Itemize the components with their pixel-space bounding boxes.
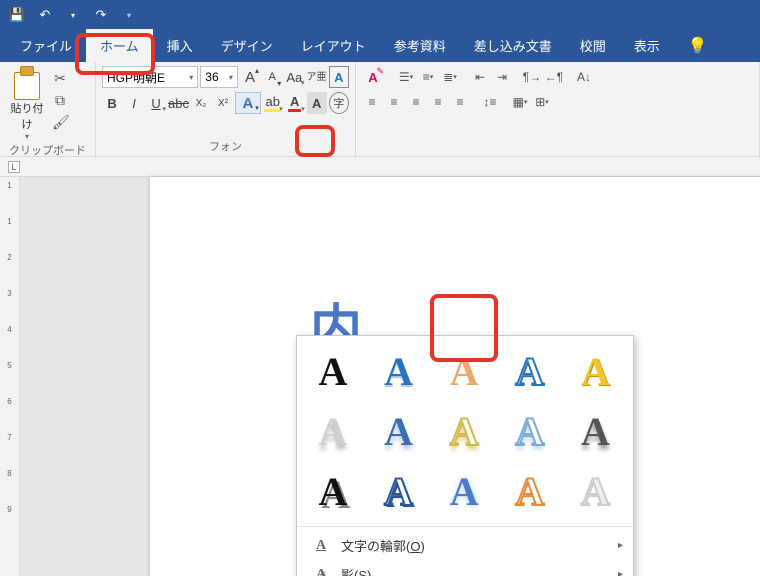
gallery-item-7[interactable]: A: [436, 406, 492, 456]
group-font: HGP明朝E▾ 36▾ A▴ A▾ Aa▾ ア亜 A B I U▾ abc X₂…: [96, 62, 356, 156]
strike-icon[interactable]: abc: [168, 92, 189, 114]
subscript-icon[interactable]: X₂: [191, 92, 211, 114]
gallery-grid: AAAAAAAAAAAAAAA: [297, 336, 633, 526]
clipboard-icon: [12, 66, 42, 98]
multilevel-icon[interactable]: ≣▾: [440, 67, 460, 87]
char-border-icon[interactable]: A: [329, 66, 349, 88]
justify-icon[interactable]: ≡: [428, 92, 448, 112]
gallery-item-6[interactable]: A: [371, 406, 427, 456]
tab-home[interactable]: ホーム: [86, 29, 153, 62]
shading-icon[interactable]: ▦▾: [510, 92, 530, 112]
superscript-icon[interactable]: X²: [213, 92, 233, 114]
gallery-item-14[interactable]: A: [567, 466, 623, 516]
bullets-icon[interactable]: ☰▾: [396, 67, 416, 87]
underline-icon[interactable]: U▾: [146, 92, 166, 114]
horizontal-ruler: L: [0, 157, 760, 177]
gallery-item-5[interactable]: A: [305, 406, 361, 456]
format-painter-icon[interactable]: 🖌: [52, 114, 68, 130]
ruler-tab-selector[interactable]: L: [8, 161, 20, 173]
paste-label: 貼り付け: [11, 103, 44, 131]
clear-format-icon[interactable]: A✎: [362, 66, 384, 88]
change-case-icon[interactable]: Aa▾: [284, 66, 304, 88]
gallery-item-0[interactable]: A: [305, 346, 361, 396]
rtl-icon[interactable]: ←¶: [544, 67, 564, 87]
highlight-icon[interactable]: ab▾: [263, 92, 283, 114]
group-paragraph: A✎ ☰▾ ≡▾ ≣▾ ⇤ ⇥ ¶→ ←¶ A↓ ≡ ≡ ≡ ≡ ≡: [356, 62, 760, 156]
gallery-item-1[interactable]: A: [371, 346, 427, 396]
cut-icon[interactable]: ✂: [52, 70, 68, 86]
group-font-title: フォン: [102, 137, 349, 154]
gallery-item-11[interactable]: A: [371, 466, 427, 516]
align-center-icon[interactable]: ≡: [384, 92, 404, 112]
tab-layout[interactable]: レイアウト: [287, 29, 380, 62]
font-name-value: HGP明朝E: [107, 69, 165, 86]
tab-design[interactable]: デザイン: [207, 29, 287, 62]
paste-button[interactable]: 貼り付け ▾: [6, 66, 48, 141]
tab-file[interactable]: ファイル: [6, 29, 86, 62]
font-size-value: 36: [205, 70, 218, 84]
font-name-combo[interactable]: HGP明朝E▾: [102, 66, 198, 88]
vertical-ruler: 1123456789: [0, 177, 20, 576]
gallery-item-9[interactable]: A: [567, 406, 623, 456]
gallery-item-8[interactable]: A: [502, 406, 558, 456]
undo-icon[interactable]: ↶: [36, 6, 54, 24]
borders-icon[interactable]: ⊞▾: [532, 92, 552, 112]
gallery-menu: A文字の輪郭(O)▸ A影(S)▸ A反射(R)▸ A光彩(G)▸ 12₃番号ス…: [297, 526, 633, 576]
grow-font-icon[interactable]: A▴: [240, 66, 260, 88]
inc-indent-icon[interactable]: ⇥: [492, 67, 512, 87]
align-left-icon[interactable]: ≡: [362, 92, 382, 112]
tab-references[interactable]: 参考資料: [380, 29, 460, 62]
save-icon[interactable]: 💾: [8, 6, 26, 24]
numbering-icon[interactable]: ≡▾: [418, 67, 438, 87]
gallery-item-2[interactable]: A: [436, 346, 492, 396]
bold-icon[interactable]: B: [102, 92, 122, 114]
dec-indent-icon[interactable]: ⇤: [470, 67, 490, 87]
menu-shadow[interactable]: A影(S)▸: [297, 560, 633, 576]
ribbon: 貼り付け ▾ ✂ ⧉ 🖌 クリップボード HGP明朝E▾ 36▾ A▴ A▾ A…: [0, 62, 760, 157]
gallery-item-3[interactable]: A: [502, 346, 558, 396]
sort-icon[interactable]: A↓: [574, 67, 594, 87]
document-area: 1123456789 8642222426 内 かがお過ごしでし 区切りの年を迎…: [0, 177, 760, 576]
copy-icon[interactable]: ⧉: [52, 92, 68, 108]
enclose-char-icon[interactable]: 字: [329, 92, 349, 114]
text-effects-button[interactable]: A▾: [235, 92, 261, 114]
tab-mailings[interactable]: 差し込み文書: [460, 29, 566, 62]
tell-me-icon[interactable]: 💡: [680, 30, 716, 62]
shrink-font-icon[interactable]: A▾: [262, 66, 282, 88]
redo-icon[interactable]: ↷: [92, 6, 110, 24]
italic-icon[interactable]: I: [124, 92, 144, 114]
distribute-icon[interactable]: ≡: [450, 92, 470, 112]
font-size-combo[interactable]: 36▾: [200, 66, 238, 88]
qat-customize-icon[interactable]: ▾: [120, 6, 138, 24]
undo-dropdown-icon[interactable]: ▾: [64, 6, 82, 24]
ribbon-tabs: ファイル ホーム 挿入 デザイン レイアウト 参考資料 差し込み文書 校閲 表示…: [0, 30, 760, 62]
group-clipboard: 貼り付け ▾ ✂ ⧉ 🖌 クリップボード: [0, 62, 96, 156]
quick-access-toolbar: 💾 ↶ ▾ ↷ ▾: [0, 0, 760, 30]
gallery-item-13[interactable]: A: [502, 466, 558, 516]
ruby-icon[interactable]: ア亜: [306, 66, 326, 88]
tab-view[interactable]: 表示: [620, 29, 674, 62]
group-clipboard-title: クリップボード: [6, 141, 89, 158]
gallery-item-10[interactable]: A: [305, 466, 361, 516]
align-right-icon[interactable]: ≡: [406, 92, 426, 112]
line-spacing-icon[interactable]: ↕≡: [480, 92, 500, 112]
gallery-item-4[interactable]: A: [567, 346, 623, 396]
font-color-icon[interactable]: A▾: [285, 92, 305, 114]
char-shading-icon[interactable]: A: [307, 92, 327, 114]
menu-outline[interactable]: A文字の輪郭(O)▸: [297, 531, 633, 560]
ltr-icon[interactable]: ¶→: [522, 67, 542, 87]
group-paragraph-title: [362, 153, 753, 154]
tab-review[interactable]: 校閲: [566, 29, 620, 62]
text-effects-gallery: AAAAAAAAAAAAAAA A文字の輪郭(O)▸ A影(S)▸ A反射(R)…: [296, 335, 634, 576]
tab-insert[interactable]: 挿入: [153, 29, 207, 62]
gallery-item-12[interactable]: A: [436, 466, 492, 516]
